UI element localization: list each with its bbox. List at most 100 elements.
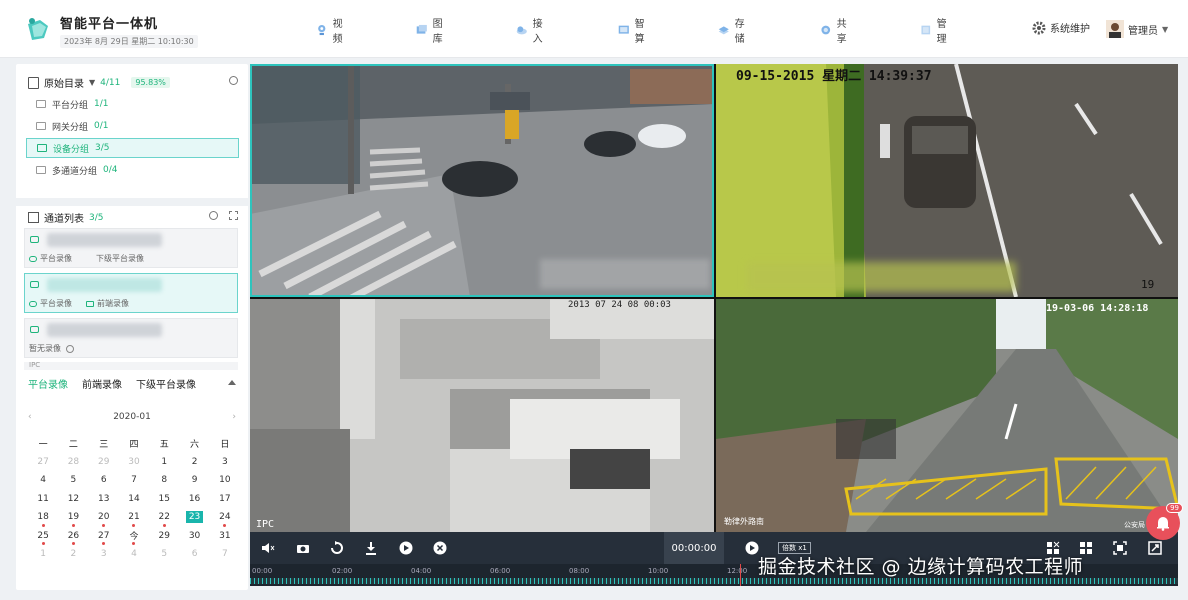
collapse-icon[interactable] (228, 380, 236, 385)
calendar-day[interactable]: 5 (58, 471, 88, 490)
calendar-day[interactable]: 14 (119, 490, 149, 509)
nav-item-storage[interactable]: 存储 (718, 18, 749, 45)
calendar-day[interactable]: 13 (89, 490, 119, 509)
calendar-day[interactable]: 26 (58, 527, 88, 546)
calendar-day[interactable]: 7 (119, 471, 149, 490)
cloud-icon (29, 255, 37, 262)
chevron-down-icon[interactable]: ▼ (89, 78, 95, 87)
calendar-day[interactable]: 30 (179, 527, 209, 546)
calendar-day[interactable]: 29 (89, 453, 119, 472)
calendar-day[interactable]: 5 (149, 545, 179, 564)
tab-frontend-record[interactable]: 前端录像 (82, 376, 122, 391)
calendar-day[interactable]: 11 (28, 490, 58, 509)
stop-all-button[interactable] (432, 540, 448, 556)
chevron-left-icon[interactable]: ‹ (28, 412, 32, 422)
fullscreen-button[interactable] (1147, 540, 1163, 556)
calendar-day[interactable]: 23 (179, 508, 209, 527)
calendar-day[interactable]: 18 (28, 508, 58, 527)
snapshot-button[interactable] (295, 540, 311, 556)
calendar-day[interactable]: 27 (89, 527, 119, 546)
calendar-day[interactable]: 1 (149, 453, 179, 472)
video-osd-location: 公安局 (1124, 520, 1145, 529)
channel-item-partial[interactable]: IPC (24, 362, 238, 370)
video-tile-1[interactable] (250, 64, 714, 297)
video-tile-3[interactable]: IPC 2013 07 24 08 00:03 (250, 299, 714, 532)
notification-button[interactable]: 99 (1146, 503, 1183, 540)
tree-item-label: 网关分组 (52, 122, 89, 133)
nav-item-access[interactable]: 接入 (516, 18, 547, 45)
calendar-day[interactable]: 29 (149, 527, 179, 546)
watermark-text: 掘金技术社区 @ 边缘计算码农工程师 (758, 556, 1084, 578)
nav-item-share[interactable]: 共享 (820, 18, 851, 45)
calendar-day[interactable]: 20 (89, 508, 119, 527)
user-name: 管理员 (1128, 25, 1158, 37)
calendar-day[interactable]: 4 (119, 545, 149, 564)
calendar-day[interactable]: 10 (210, 471, 240, 490)
calendar-day[interactable]: 12 (58, 490, 88, 509)
calendar-day[interactable]: 2 (58, 545, 88, 564)
calendar-day[interactable]: 今 (119, 527, 149, 546)
fit-screen-button[interactable] (1112, 540, 1128, 556)
calendar-day[interactable]: 8 (149, 471, 179, 490)
tree-item-label: 设备分组 (53, 144, 90, 155)
video-tile-2[interactable]: 09-15-2015 星期二 14:39:37 19 (716, 64, 1178, 297)
refresh-button[interactable] (329, 540, 345, 556)
calendar-day[interactable]: 16 (179, 490, 209, 509)
nav-item-manage[interactable]: 管理 (920, 18, 951, 45)
calendar-day[interactable]: 24 (210, 508, 240, 527)
tab-platform-record[interactable]: 平台录像 (28, 376, 68, 391)
record-tag: 平台录像 (40, 254, 72, 263)
calendar-day[interactable]: 25 (28, 527, 58, 546)
tree-item-multichannel-group[interactable]: 多通道分组 0/4 (26, 160, 239, 180)
calendar-day[interactable]: 1 (28, 545, 58, 564)
play-all-button[interactable] (398, 540, 414, 556)
calendar-day[interactable]: 22 (149, 508, 179, 527)
system-maintenance-button[interactable]: 系统维护 (1032, 20, 1090, 35)
channel-item[interactable]: 平台录像 前端录像 (24, 273, 238, 313)
nav-item-compute[interactable]: 智算 (618, 18, 649, 45)
close-circle-icon (433, 541, 447, 555)
nav-item-gallery[interactable]: 图库 (416, 18, 447, 45)
chevron-right-icon[interactable]: › (232, 412, 236, 422)
calendar-day[interactable]: 4 (28, 471, 58, 490)
calendar-day[interactable]: 30 (119, 453, 149, 472)
search-icon[interactable] (229, 76, 238, 85)
tree-item-gateway-group[interactable]: 网关分组 0/1 (26, 116, 239, 136)
video-osd-timestamp: 2013 07 24 08 00:03 (568, 300, 671, 310)
calendar-day[interactable]: 17 (210, 490, 240, 509)
calendar-day[interactable]: 28 (58, 453, 88, 472)
calendar-month: 2020-01 (113, 412, 151, 422)
calendar-day[interactable]: 31 (210, 527, 240, 546)
nav-item-video[interactable]: 视频 (316, 18, 347, 45)
camera-icon (318, 24, 326, 36)
timeline-cursor[interactable] (740, 564, 741, 586)
calendar-day[interactable]: 21 (119, 508, 149, 527)
manage-icon (921, 25, 931, 35)
grid-view-icon[interactable] (229, 211, 238, 220)
calendar-weekday: 四 (129, 439, 139, 450)
download-button[interactable] (363, 540, 379, 556)
calendar-day[interactable]: 6 (89, 471, 119, 490)
calendar-day[interactable]: 6 (179, 545, 209, 564)
calendar-day[interactable]: 9 (179, 471, 209, 490)
calendar-day[interactable]: 27 (28, 453, 58, 472)
calendar-weekday: 日 (220, 439, 230, 450)
calendar-day[interactable]: 3 (210, 453, 240, 472)
video-tile-4[interactable]: 19-03-06 14:28:18 勒律外路南 公安局 (716, 299, 1178, 532)
calendar-day[interactable]: 7 (210, 545, 240, 564)
calendar-day[interactable]: 15 (149, 490, 179, 509)
calendar-day[interactable]: 3 (89, 545, 119, 564)
calendar-day[interactable]: 2 (179, 453, 209, 472)
channel-item[interactable]: 暂无录像 (24, 318, 238, 358)
tree-item-device-group[interactable]: 设备分组 3/5 (26, 138, 239, 158)
user-menu[interactable]: 管理员 ▼ (1106, 20, 1168, 38)
tree-item-platform-group[interactable]: 平台分组 1/1 (26, 94, 239, 114)
search-icon[interactable] (209, 211, 218, 220)
calendar-day[interactable]: 19 (58, 508, 88, 527)
record-tag: 下级平台录像 (96, 254, 144, 263)
mute-button[interactable] (260, 540, 276, 556)
tab-subplatform-record[interactable]: 下级平台录像 (136, 376, 196, 391)
record-tag: 暂无录像 (29, 344, 61, 353)
tree-item-label: 平台分组 (52, 100, 89, 111)
channel-item[interactable]: 平台录像 下级平台录像 (24, 228, 238, 268)
